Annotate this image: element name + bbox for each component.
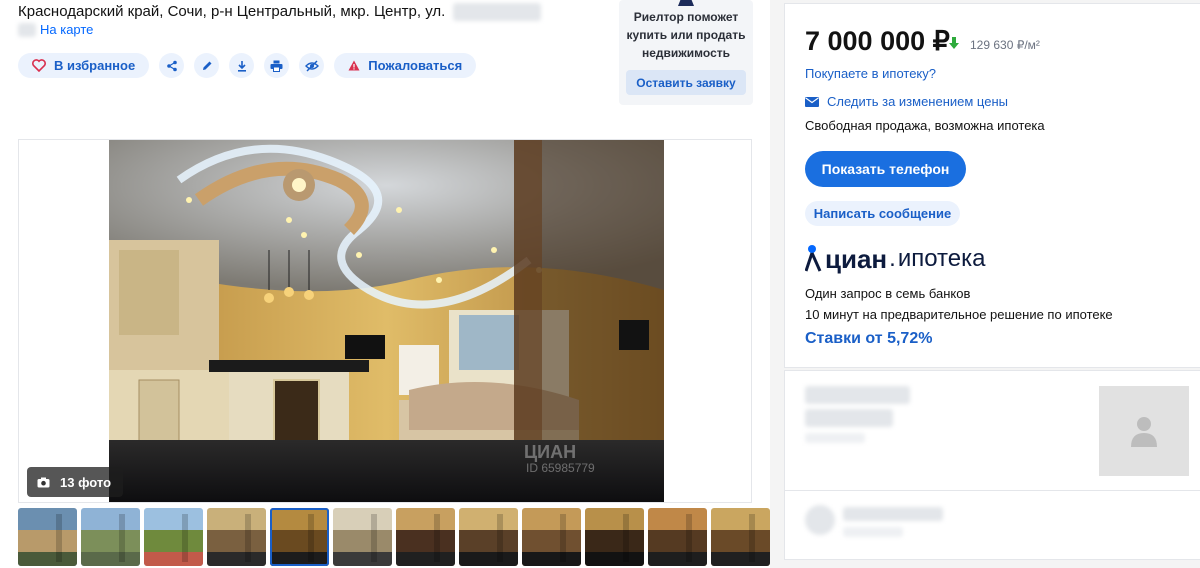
hide-icon [304, 59, 319, 72]
address-house-blurred [18, 23, 36, 37]
address-street-blurred [453, 3, 542, 22]
photo-thumbnail[interactable] [207, 508, 266, 566]
agent-info-blurred [843, 527, 903, 537]
photo-thumbnail[interactable] [585, 508, 644, 566]
price-card: 7 000 000 ₽ 129 630 ₽/м² Покупаете в ипо… [784, 3, 1200, 368]
leave-request-button[interactable]: Оставить заявку [626, 70, 746, 95]
hide-button[interactable] [299, 53, 325, 78]
realtor-promo: Риелтор поможет купить или продать недви… [619, 0, 753, 105]
price-down-icon [949, 37, 959, 49]
photo-thumbnail[interactable] [144, 508, 203, 566]
camera-icon [37, 477, 50, 487]
photo-thumbnail[interactable] [270, 508, 329, 566]
map-link[interactable]: На карте [40, 21, 93, 39]
edit-icon [202, 61, 212, 70]
price-per-m2: 129 630 ₽/м² [970, 38, 1040, 52]
favorite-button[interactable]: В избранное [18, 53, 150, 78]
watermark-logo: ЦИАН [524, 442, 576, 462]
download-button[interactable] [229, 53, 255, 78]
thumbnail-image [648, 508, 707, 566]
thumbnail-image [711, 508, 770, 566]
user-icon [1131, 417, 1157, 447]
interior-photo: ЦИАН ID 65985779 [109, 140, 664, 502]
photo-count-label: 13 фото [60, 474, 112, 490]
photo-thumbnail[interactable] [333, 508, 392, 566]
thumbnail-strip [18, 508, 770, 566]
print-icon [270, 60, 283, 72]
realtor-promo-text: Риелтор поможет купить или продать недви… [626, 10, 746, 60]
map-row: На карте [18, 21, 93, 39]
photo-thumbnail[interactable] [711, 508, 770, 566]
thumbnail-image [270, 508, 329, 566]
seller-extra-blurred [805, 433, 865, 443]
thumbnail-image [522, 508, 581, 566]
logo-brand: циан [825, 244, 888, 274]
agent-avatar-blurred [805, 505, 835, 535]
thumbnail-image [207, 508, 266, 566]
photo-count-badge[interactable]: 13 фото [27, 467, 124, 497]
photo-thumbnail[interactable] [648, 508, 707, 566]
thumbnail-image [81, 508, 140, 566]
heart-icon [32, 59, 46, 72]
sale-type: Свободная продажа, возможна ипотека [805, 118, 1045, 133]
mortgage-question-link[interactable]: Покупаете в ипотеку? [805, 66, 936, 81]
thumbnail-image [396, 508, 455, 566]
thumbnail-image [333, 508, 392, 566]
price: 7 000 000 ₽ [805, 26, 950, 56]
thumbnail-image [144, 508, 203, 566]
print-button[interactable] [264, 53, 290, 78]
seller-name-blurred [805, 386, 910, 404]
logo-product: ипотека [897, 245, 986, 272]
thumbnail-image [585, 508, 644, 566]
warning-icon [348, 60, 360, 71]
photo-thumbnail[interactable] [396, 508, 455, 566]
address-line: Краснодарский край, Сочи, р-н Центральны… [18, 2, 542, 22]
action-bar: В избранное Пожаловаться [18, 53, 477, 78]
thumbnail-image [18, 508, 77, 566]
track-price-label: Следить за изменением цены [827, 94, 1008, 109]
main-photo[interactable]: ЦИАН ID 65985779 [109, 140, 664, 502]
mortgage-line-2: 10 минут на предварительное решение по и… [805, 307, 1113, 322]
seller-id-blurred [805, 409, 893, 427]
edit-button[interactable] [194, 53, 220, 78]
photo-thumbnail[interactable] [522, 508, 581, 566]
complain-button[interactable]: Пожаловаться [334, 53, 477, 78]
mortgage-line-1: Один запрос в семь банков [805, 286, 971, 301]
photo-thumbnail[interactable] [18, 508, 77, 566]
favorite-label: В избранное [54, 58, 136, 73]
photo-thumbnail[interactable] [81, 508, 140, 566]
seller-card [784, 370, 1200, 495]
location-pin-icon [805, 245, 822, 272]
download-icon [237, 60, 246, 72]
photo-thumbnail[interactable] [459, 508, 518, 566]
seller-avatar[interactable] [1099, 386, 1189, 476]
complain-label: Пожаловаться [368, 58, 463, 73]
share-icon [166, 60, 177, 71]
watermark-id: ID 65985779 [526, 461, 595, 475]
cian-mortgage-logo: циан. ипотека [805, 244, 985, 272]
mail-icon [805, 96, 819, 107]
address-text: Краснодарский край, Сочи, р-н Центральны… [18, 3, 446, 20]
agent-card [784, 490, 1200, 560]
thumbnail-image [459, 508, 518, 566]
write-message-button[interactable]: Написать сообщение [805, 201, 960, 226]
photo-gallery[interactable]: ЦИАН ID 65985779 13 фото [18, 139, 752, 503]
show-phone-button[interactable]: Показать телефон [805, 151, 966, 187]
share-button[interactable] [159, 53, 185, 78]
realtor-icon [678, 0, 694, 6]
agent-name-blurred [843, 507, 943, 521]
mortgage-rate-link[interactable]: Ставки от 5,72% [805, 330, 932, 348]
track-price-link[interactable]: Следить за изменением цены [805, 94, 1008, 109]
